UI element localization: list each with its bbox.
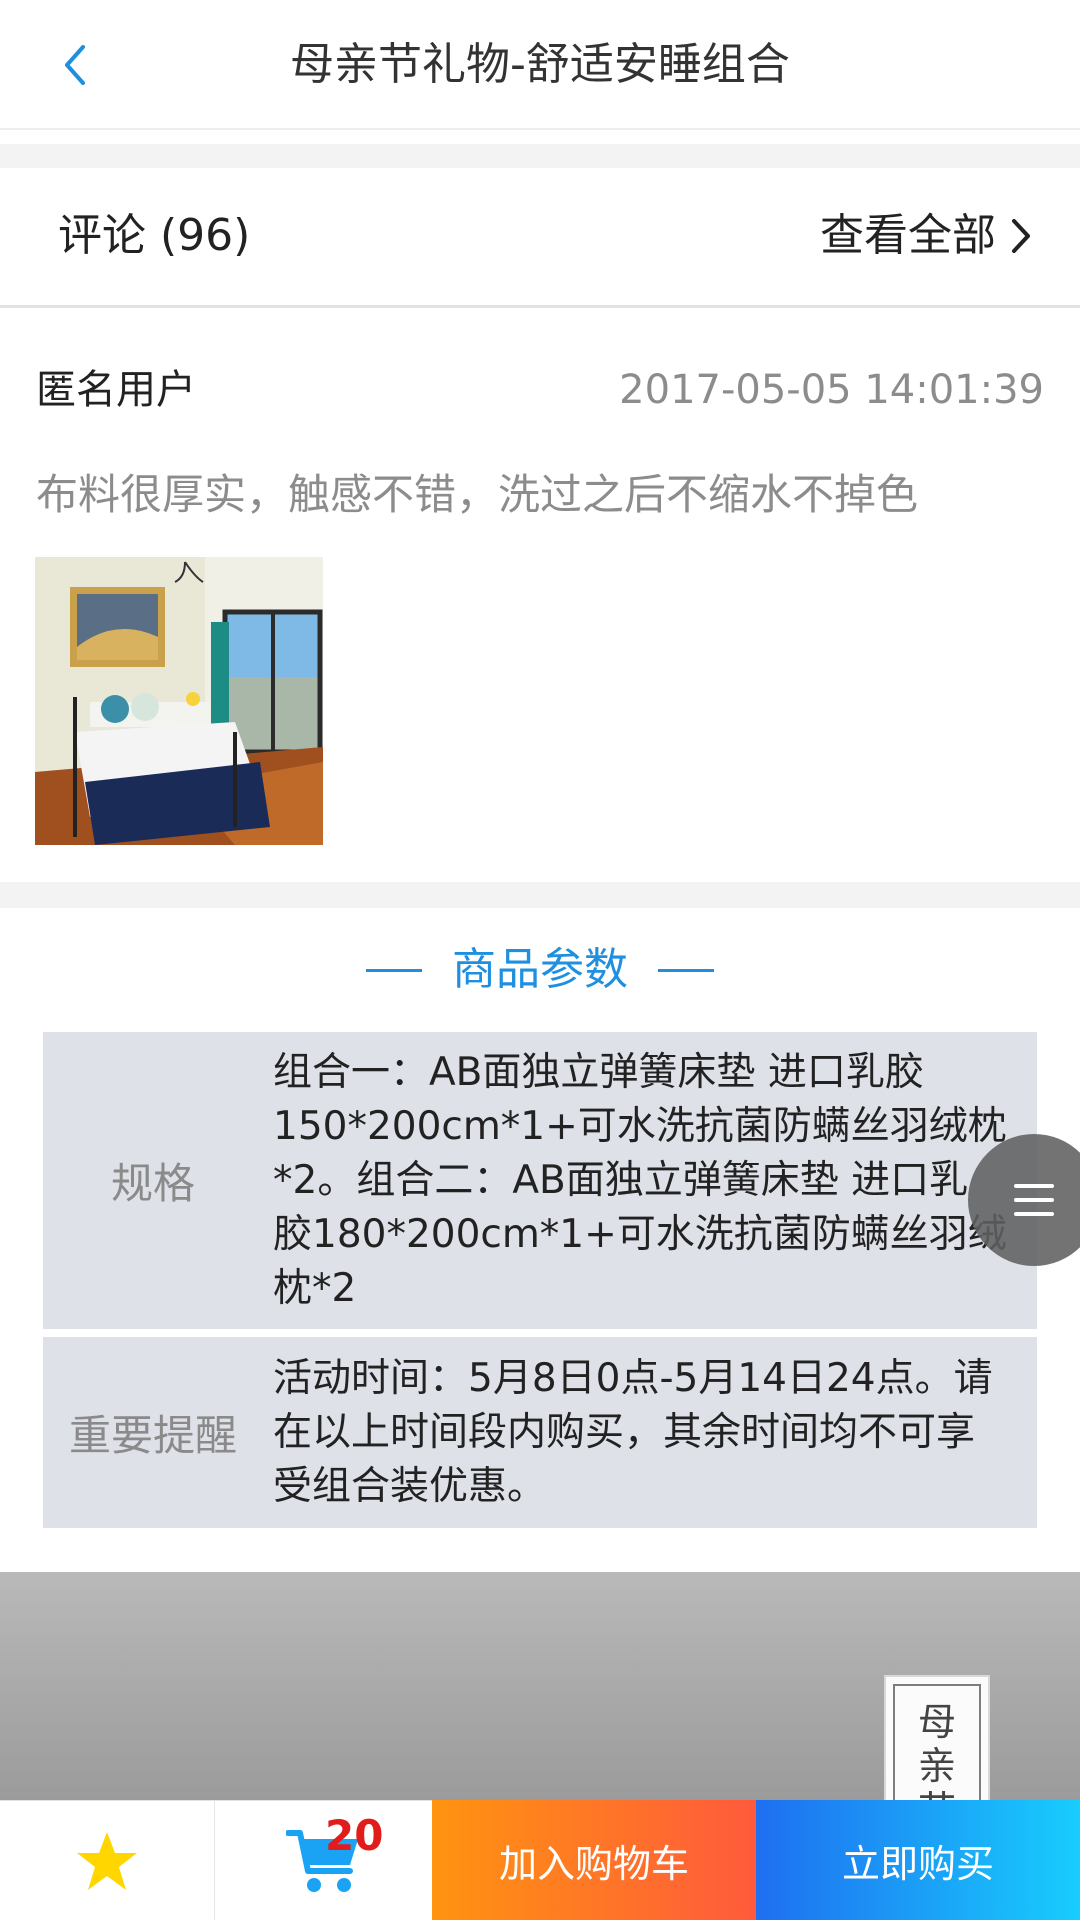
product-banner-image: 母 亲 节 <box>0 1572 1080 1800</box>
view-all-comments-link[interactable]: 查看全部 <box>820 206 1032 266</box>
title-dash <box>366 968 422 972</box>
comments-header: 评论 (96) 查看全部 <box>0 168 1080 308</box>
reviewer-name: 匿名用户 <box>36 367 196 413</box>
param-label: 重要提醒 <box>68 1411 237 1460</box>
param-row-notice: 重要提醒 活动时间：5月8日0点-5月14日24点。请在以上时间段内购买，其余时… <box>43 1337 1037 1528</box>
banner-char: 母 <box>917 1700 956 1744</box>
page-title: 母亲节礼物-舒适安睡组合 <box>290 39 790 90</box>
params-section-title: 商品参数 <box>0 940 1080 1000</box>
review-timestamp: 2017-05-05 14:01:39 <box>619 367 1044 413</box>
banner-char: 亲 <box>917 1744 956 1788</box>
banner-char: 节 <box>918 1788 956 1800</box>
banner-tag-frame: 母 亲 节 <box>893 1684 981 1800</box>
cart-button[interactable]: 20 <box>215 1800 432 1920</box>
param-value: 组合一：AB面独立弹簧床垫 进口乳胶150*200cm*1+可水洗抗菌防螨丝羽绒… <box>273 1049 1007 1311</box>
star-icon <box>77 1831 137 1890</box>
param-value: 活动时间：5月8日0点-5月14日24点。请在以上时间段内购买，其余时间均不可享… <box>273 1355 993 1509</box>
bottom-action-bar: 20 加入购物车 立即购买 <box>0 1800 1080 1920</box>
title-dash <box>658 968 714 972</box>
chevron-right-icon <box>1012 219 1030 253</box>
banner-title-tag: 母 亲 节 <box>884 1675 990 1800</box>
params-title-text: 商品参数 <box>452 944 628 995</box>
section-divider <box>0 882 1080 908</box>
view-all-label: 查看全部 <box>820 210 996 261</box>
param-row-spec: 规格 组合一：AB面独立弹簧床垫 进口乳胶150*200cm*1+可水洗抗菌防螨… <box>43 1032 1037 1329</box>
review-photo[interactable] <box>35 557 323 845</box>
buy-now-button[interactable]: 立即购买 <box>756 1800 1080 1920</box>
comments-title: 评论 (96) <box>58 210 251 261</box>
section-divider <box>0 144 1080 168</box>
param-label: 规格 <box>110 1159 195 1208</box>
top-bar: 母亲节礼物-舒适安睡组合 <box>0 0 1080 130</box>
review-text: 布料很厚实，触感不错，洗过之后不缩水不掉色 <box>36 470 919 519</box>
favorite-button[interactable] <box>0 1800 215 1920</box>
cart-count-badge: 20 <box>325 1811 384 1860</box>
bedroom-photo <box>35 557 323 845</box>
menu-icon <box>1014 1184 1054 1216</box>
review-item: 匿名用户 2017-05-05 14:01:39 布料很厚实，触感不错，洗过之后… <box>0 312 1080 882</box>
add-to-cart-button[interactable]: 加入购物车 <box>432 1800 756 1920</box>
